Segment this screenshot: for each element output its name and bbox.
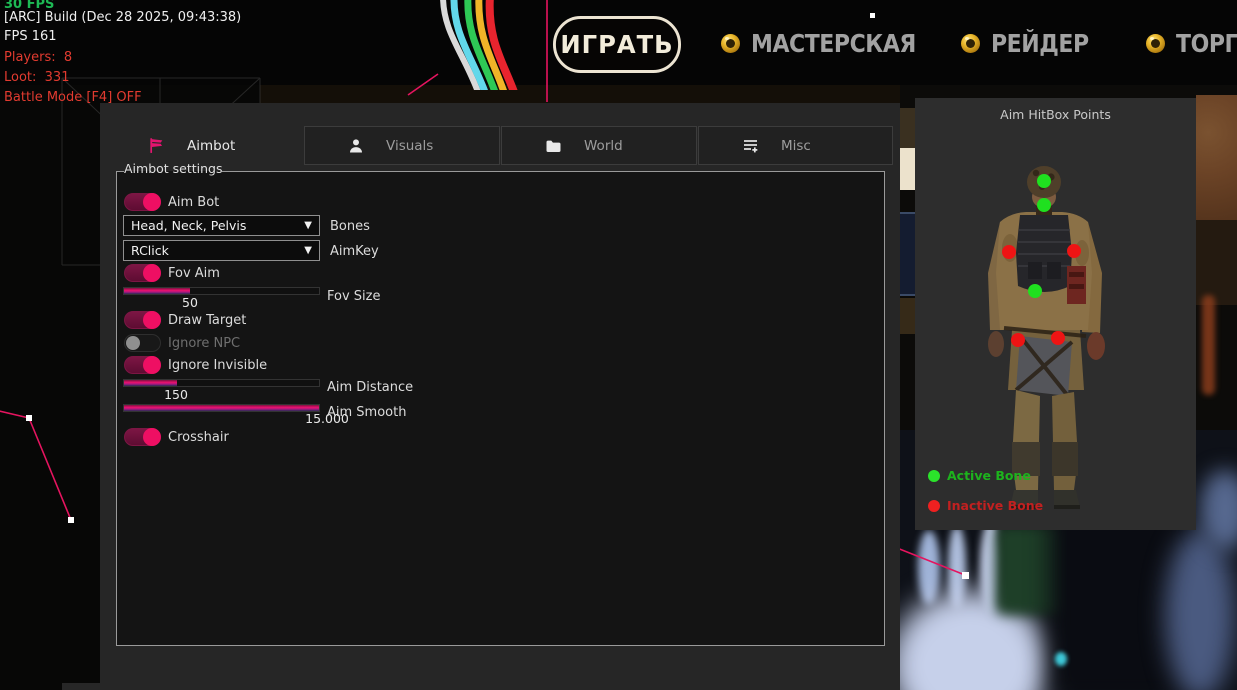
screen: 30 FPS [ARC] Build (Dec 28 2025, 09:43:3…	[0, 0, 1237, 690]
loot-counter: Loot: 331	[4, 71, 69, 84]
esp-dot	[870, 13, 875, 18]
aim-distance-value: 150	[146, 387, 206, 402]
hitbox-point-neck	[1037, 198, 1051, 212]
hitbox-panel-title: Aim HitBox Points	[915, 107, 1196, 122]
toggle-knob	[143, 356, 161, 374]
bones-dropdown[interactable]: Head, Neck, Pelvis ▼	[123, 215, 320, 236]
slider-fill	[124, 405, 319, 411]
groupbox-border	[222, 171, 885, 172]
bones-value: Head, Neck, Pelvis	[131, 218, 246, 233]
aimkey-dropdown[interactable]: RClick ▼	[123, 240, 320, 261]
coin-icon	[721, 34, 740, 53]
tab-misc[interactable]: Misc	[698, 126, 893, 165]
legend-active-bone: Active Bone	[928, 468, 1031, 483]
fov-size-label: Fov Size	[327, 289, 380, 304]
build-info: [ARC] Build (Dec 28 2025, 09:43:38)	[4, 11, 241, 24]
play-button[interactable]: ИГРАТЬ	[553, 16, 681, 73]
slider-fill	[124, 380, 177, 386]
toggle-knob	[143, 311, 161, 329]
menu-item-label: МАСТЕРСКАЯ	[751, 29, 916, 58]
coin-icon	[961, 34, 980, 53]
legend-label: Inactive Bone	[947, 498, 1043, 513]
menu-item-label: ТОРГО	[1176, 29, 1237, 58]
draw-target-toggle[interactable]	[124, 311, 161, 329]
aimkey-value: RClick	[131, 243, 169, 258]
menu-item-label: РЕЙДЕР	[991, 29, 1089, 58]
tab-world[interactable]: World	[501, 126, 697, 165]
toggle-knob	[143, 193, 161, 211]
draw-target-label: Draw Target	[168, 313, 246, 328]
toggle-knob	[143, 264, 161, 282]
menu-item-raider[interactable]: РЕЙДЕР	[961, 28, 1102, 58]
fov-aim-toggle[interactable]	[124, 264, 161, 282]
hitbox-point-left-arm	[1002, 245, 1016, 259]
bones-label: Bones	[330, 219, 370, 234]
hitbox-point-pelvis	[1028, 284, 1042, 298]
menu-item-workshop[interactable]: МАСТЕРСКАЯ	[721, 28, 938, 58]
folder-icon	[545, 138, 562, 154]
coin-icon	[1146, 34, 1165, 53]
flag-icon	[148, 137, 165, 154]
inactive-bone-dot-icon	[928, 500, 940, 512]
esp-dot	[962, 572, 969, 579]
aim-bot-toggle[interactable]	[124, 193, 161, 211]
aim-smooth-slider[interactable]	[123, 404, 320, 412]
hitbox-panel: Aim HitBox Points	[915, 98, 1196, 530]
chevron-down-icon: ▼	[304, 220, 312, 231]
group-title: Aimbot settings	[124, 161, 223, 176]
aimkey-label: AimKey	[330, 244, 379, 259]
aim-bot-label: Aim Bot	[168, 195, 219, 210]
esp-tracer-line	[897, 548, 965, 575]
players-counter: Players: 8	[4, 51, 72, 64]
slider-fill	[124, 288, 190, 294]
esp-dot	[26, 415, 32, 421]
aim-smooth-label: Aim Smooth	[327, 405, 406, 420]
fov-size-value: 50	[160, 295, 220, 310]
esp-tracer-line	[29, 418, 71, 520]
esp-tracer-line	[0, 410, 29, 418]
chevron-down-icon: ▼	[304, 245, 312, 256]
hitbox-point-left-thigh	[1011, 333, 1025, 347]
playlist-add-icon	[742, 137, 759, 154]
fps-counter: FPS 161	[4, 30, 57, 43]
toggle-knob	[126, 336, 140, 350]
hitbox-point-right-arm	[1067, 244, 1081, 258]
tab-visuals[interactable]: Visuals	[304, 126, 500, 165]
ignore-npc-label: Ignore NPC	[168, 336, 240, 351]
fov-size-slider[interactable]	[123, 287, 320, 295]
fov-aim-label: Fov Aim	[168, 266, 220, 281]
tab-label: Misc	[781, 138, 811, 154]
ignore-invisible-toggle[interactable]	[124, 356, 161, 374]
tab-label: Aimbot	[187, 138, 235, 154]
active-bone-dot-icon	[928, 470, 940, 482]
crosshair-label: Crosshair	[168, 430, 229, 445]
tab-label: Visuals	[386, 138, 433, 154]
ignore-npc-toggle[interactable]	[124, 334, 161, 352]
player-model	[970, 158, 1140, 518]
legend-inactive-bone: Inactive Bone	[928, 498, 1043, 513]
legend-label: Active Bone	[947, 468, 1031, 483]
tab-aimbot[interactable]: Aimbot	[100, 126, 304, 165]
menu-item-trader[interactable]: ТОРГО	[1146, 28, 1237, 58]
esp-diagonal-line	[408, 74, 438, 95]
esp-dot	[68, 517, 74, 523]
tab-label: World	[584, 138, 623, 154]
aim-distance-slider[interactable]	[123, 379, 320, 387]
toggle-knob	[143, 428, 161, 446]
ignore-invisible-label: Ignore Invisible	[168, 358, 267, 373]
crosshair-toggle[interactable]	[124, 428, 161, 446]
cheat-window: Aimbot Visuals World	[100, 103, 900, 690]
hitbox-point-right-thigh	[1051, 331, 1065, 345]
hitbox-point-head	[1037, 174, 1051, 188]
person-icon	[348, 138, 364, 154]
aim-distance-label: Aim Distance	[327, 380, 413, 395]
groupbox-border	[116, 171, 124, 172]
